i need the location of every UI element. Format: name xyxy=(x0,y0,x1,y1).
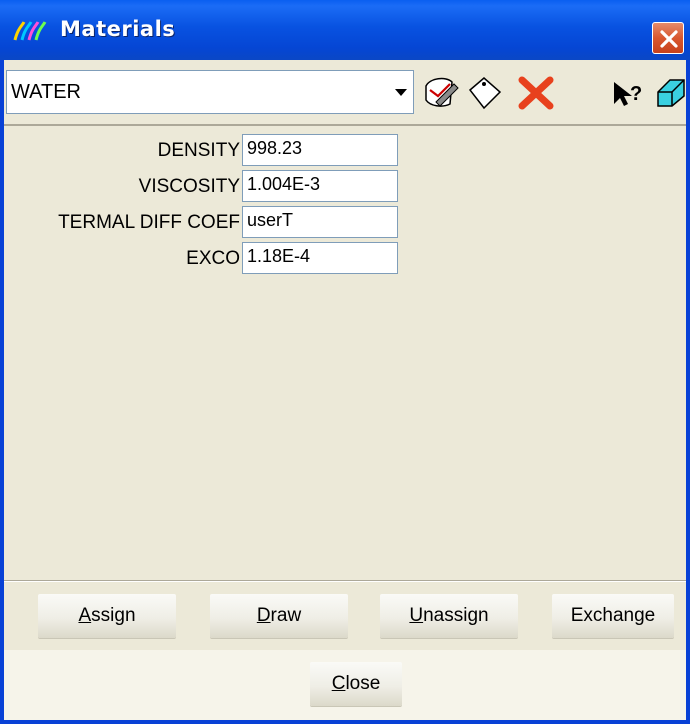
chevron-down-icon[interactable] xyxy=(395,89,407,96)
draw-button-mnemonic: D xyxy=(256,605,271,626)
close-button-mnemonic: C xyxy=(331,673,346,694)
materials-window: Materials WATER ? DENSITY 998.23 VISCOSI… xyxy=(0,0,690,724)
close-button[interactable]: Close xyxy=(310,662,402,706)
app-icon xyxy=(12,18,48,44)
property-row-exco: EXCO 1.18E-4 xyxy=(4,242,686,278)
assign-button[interactable]: Assign xyxy=(38,594,176,638)
assign-button-mnemonic: A xyxy=(78,605,92,626)
property-value-input[interactable]: 1.004E-3 xyxy=(242,170,398,202)
tag-icon[interactable] xyxy=(464,74,504,112)
svg-text:?: ? xyxy=(630,83,642,105)
properties-panel: DENSITY 998.23 VISCOSITY 1.004E-3 TERMAL… xyxy=(4,126,686,581)
whats-this-help-icon[interactable]: ? xyxy=(608,74,648,112)
eraser-icon[interactable] xyxy=(650,74,690,112)
delete-x-icon[interactable] xyxy=(516,74,556,112)
draw-button[interactable]: Draw xyxy=(210,594,348,638)
toolbar: WATER ? xyxy=(4,60,686,126)
material-select[interactable]: WATER xyxy=(6,70,414,114)
property-value-input[interactable]: 1.18E-4 xyxy=(242,242,398,274)
property-row-termal-diff-coef: TERMAL DIFF COEF userT xyxy=(4,206,686,242)
unassign-button[interactable]: Unassign xyxy=(380,594,518,638)
edit-note-icon[interactable] xyxy=(420,74,460,112)
unassign-button-mnemonic: U xyxy=(409,605,424,626)
footer: Close xyxy=(4,650,686,720)
property-row-density: DENSITY 998.23 xyxy=(4,134,686,170)
unassign-button-label: nassign xyxy=(423,605,489,626)
window-title: Materials xyxy=(60,17,176,41)
action-bar: Assign Draw Unassign Exchange xyxy=(4,581,686,651)
property-label: VISCOSITY xyxy=(138,176,240,197)
exchange-button[interactable]: Exchange xyxy=(552,594,674,638)
property-label: DENSITY xyxy=(157,140,240,161)
title-bar[interactable]: Materials xyxy=(0,0,690,60)
window-close-button[interactable] xyxy=(652,22,684,54)
property-value-input[interactable]: userT xyxy=(242,206,398,238)
property-label: TERMAL DIFF COEF xyxy=(58,212,240,233)
property-value-input[interactable]: 998.23 xyxy=(242,134,398,166)
property-row-viscosity: VISCOSITY 1.004E-3 xyxy=(4,170,686,206)
close-button-label: lose xyxy=(345,673,381,694)
client-area: WATER ? DENSITY 998.23 VISCOSITY 1.004E-… xyxy=(4,60,686,720)
material-select-value: WATER xyxy=(11,81,81,103)
close-icon xyxy=(660,30,678,48)
assign-button-label: ssign xyxy=(91,605,136,626)
draw-button-label: raw xyxy=(270,605,302,626)
property-label: EXCO xyxy=(186,248,240,269)
